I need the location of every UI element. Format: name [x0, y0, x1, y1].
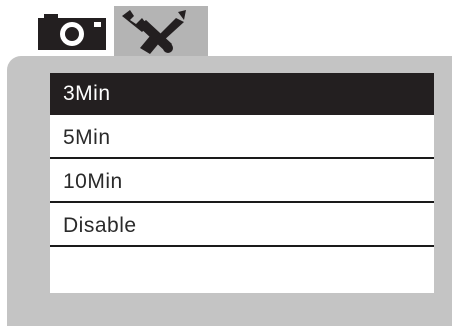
option-disable[interactable]: Disable — [50, 205, 434, 247]
option-5min[interactable]: 5Min — [50, 117, 434, 159]
option-10min[interactable]: 10Min — [50, 161, 434, 203]
wrench-screwdriver-icon — [122, 10, 186, 54]
settings-screen: 3Min 5Min 10Min Disable — [0, 0, 452, 326]
tab-camera[interactable] — [36, 6, 112, 56]
tab-settings[interactable] — [114, 6, 208, 56]
camera-icon — [38, 14, 106, 50]
option-3min[interactable]: 3Min — [50, 73, 434, 115]
timeout-options-list: 3Min 5Min 10Min Disable — [50, 73, 434, 293]
